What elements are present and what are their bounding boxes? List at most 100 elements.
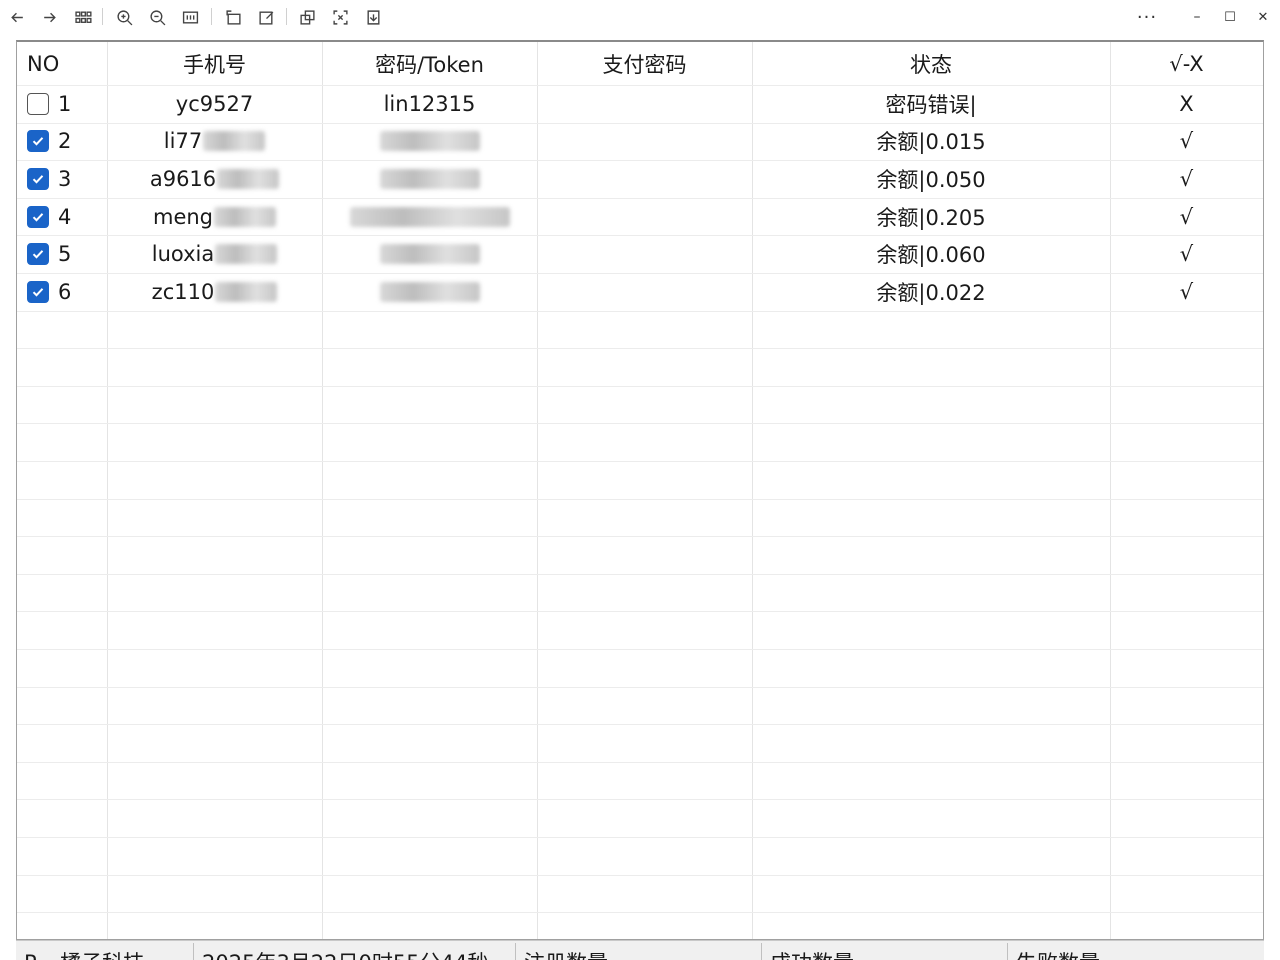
result-flag-cell[interactable]: √ [1110,198,1263,236]
row-divider [17,912,1263,914]
header-pay-password[interactable]: 支付密码 [537,42,752,85]
checkbox-checked[interactable] [27,280,49,303]
edit-icon[interactable] [253,4,279,30]
back-arrow-icon[interactable] [4,4,30,30]
minimize-icon[interactable]: – [1184,4,1210,30]
redacted-blur [380,244,480,265]
row-number: 3 [58,166,72,191]
status-company: P... 橘子科技 [16,947,144,960]
row-number: 5 [58,242,72,267]
password-cell[interactable] [322,123,537,161]
accounts-table: NO 手机号 密码/Token 支付密码 状态 √-X 1 yc9527 lin12… [16,40,1264,940]
checkbox-checked[interactable] [27,167,49,190]
status-cell[interactable]: 余额|0.060 [752,235,1110,273]
maximize-icon[interactable]: ☐ [1217,4,1243,30]
table-row[interactable]: 1 yc9527 lin12315 密码错误| X [17,85,1263,123]
download-icon[interactable] [360,4,386,30]
toolbar-divider [286,8,287,25]
pay-password-cell[interactable] [537,123,752,161]
checkbox-unchecked[interactable] [27,92,49,115]
password-cell[interactable]: lin12315 [322,85,537,123]
row-divider [17,649,1263,650]
row-divider [17,498,1263,500]
toolbar-divider [211,8,212,25]
close-icon[interactable]: ✕ [1250,4,1276,30]
status-success-count: 成功数量 [762,947,854,960]
checkbox-checked[interactable] [27,130,49,153]
phone-cell[interactable]: li77 [107,123,322,161]
table-header: NO 手机号 密码/Token 支付密码 状态 √-X [17,42,1263,85]
table-row[interactable]: 4 meng 余额|0.205 √ [17,198,1263,236]
table-row[interactable]: 5 luoxia 余额|0.060 √ [17,235,1263,273]
table-row[interactable]: 3 a9616 余额|0.050 √ [17,160,1263,198]
status-cell[interactable]: 密码错误| [752,85,1110,123]
row-number: 4 [58,204,72,229]
password-cell[interactable] [322,273,537,311]
phone-text: yc9527 [175,91,254,116]
row-divider [17,536,1263,538]
row-number: 1 [58,91,72,116]
redacted-blur [217,168,280,189]
forward-arrow-icon[interactable] [36,4,62,30]
result-flag-cell[interactable]: √ [1110,235,1263,273]
phone-cell[interactable]: meng [107,198,322,236]
status-fail-count: 失败数量 [1008,947,1100,960]
toolbar-divider [102,8,103,25]
more-options-icon[interactable]: ··· [1134,4,1160,30]
checkbox-checked[interactable] [27,243,49,266]
checkmark-icon [32,137,44,147]
phone-cell[interactable]: luoxia [107,235,322,273]
redacted-blur [380,131,480,152]
row-number-cell: 6 [17,273,107,311]
pay-password-cell[interactable] [537,273,752,311]
checkbox-checked[interactable] [27,205,49,228]
header-password[interactable]: 密码/Token [322,42,537,85]
redacted-blur [215,244,278,265]
row-number: 2 [58,129,72,154]
checkmark-icon [32,212,44,222]
header-no[interactable]: NO [17,42,107,85]
header-flag[interactable]: √-X [1110,42,1263,85]
phone-cell[interactable]: a9616 [107,160,322,198]
pay-password-cell[interactable] [537,198,752,236]
row-divider [17,874,1263,876]
result-flag-cell[interactable]: X [1110,85,1263,123]
password-cell[interactable] [322,198,537,236]
password-cell[interactable] [322,160,537,198]
rotate-icon[interactable] [220,4,246,30]
result-flag-cell[interactable]: √ [1110,123,1263,161]
pay-password-cell[interactable] [537,85,752,123]
row-divider [17,837,1263,838]
result-flag-cell[interactable]: √ [1110,273,1263,311]
status-cell[interactable]: 余额|0.015 [752,123,1110,161]
redacted-blur [215,281,278,302]
phone-text: meng [152,204,214,229]
password-cell[interactable] [322,235,537,273]
row-divider [17,573,1263,575]
row-number-cell: 5 [17,235,107,273]
phone-cell[interactable]: zc110 [107,273,322,311]
row-number-cell: 2 [17,123,107,161]
grid-view-icon[interactable] [70,4,96,30]
pay-password-cell[interactable] [537,235,752,273]
row-number: 6 [58,279,72,304]
status-cell[interactable]: 余额|0.205 [752,198,1110,236]
copy-icon[interactable] [294,4,320,30]
fit-width-icon[interactable] [177,4,203,30]
result-flag-cell[interactable]: √ [1110,160,1263,198]
status-cell[interactable]: 余额|0.022 [752,273,1110,311]
zoom-out-icon[interactable] [144,4,170,30]
header-phone[interactable]: 手机号 [107,42,322,85]
redacted-blur [203,131,266,152]
row-divider [17,348,1263,350]
header-status[interactable]: 状态 [752,42,1110,85]
pay-password-cell[interactable] [537,160,752,198]
redacted-blur [214,206,277,227]
zoom-in-icon[interactable] [111,4,137,30]
crop-icon[interactable] [327,4,353,30]
phone-cell[interactable]: yc9527 [107,85,322,123]
table-row[interactable]: 2 li77 余额|0.015 √ [17,123,1263,161]
table-row[interactable]: 6 zc110 余额|0.022 √ [17,273,1263,311]
row-divider [17,611,1263,613]
status-cell[interactable]: 余额|0.050 [752,160,1110,198]
